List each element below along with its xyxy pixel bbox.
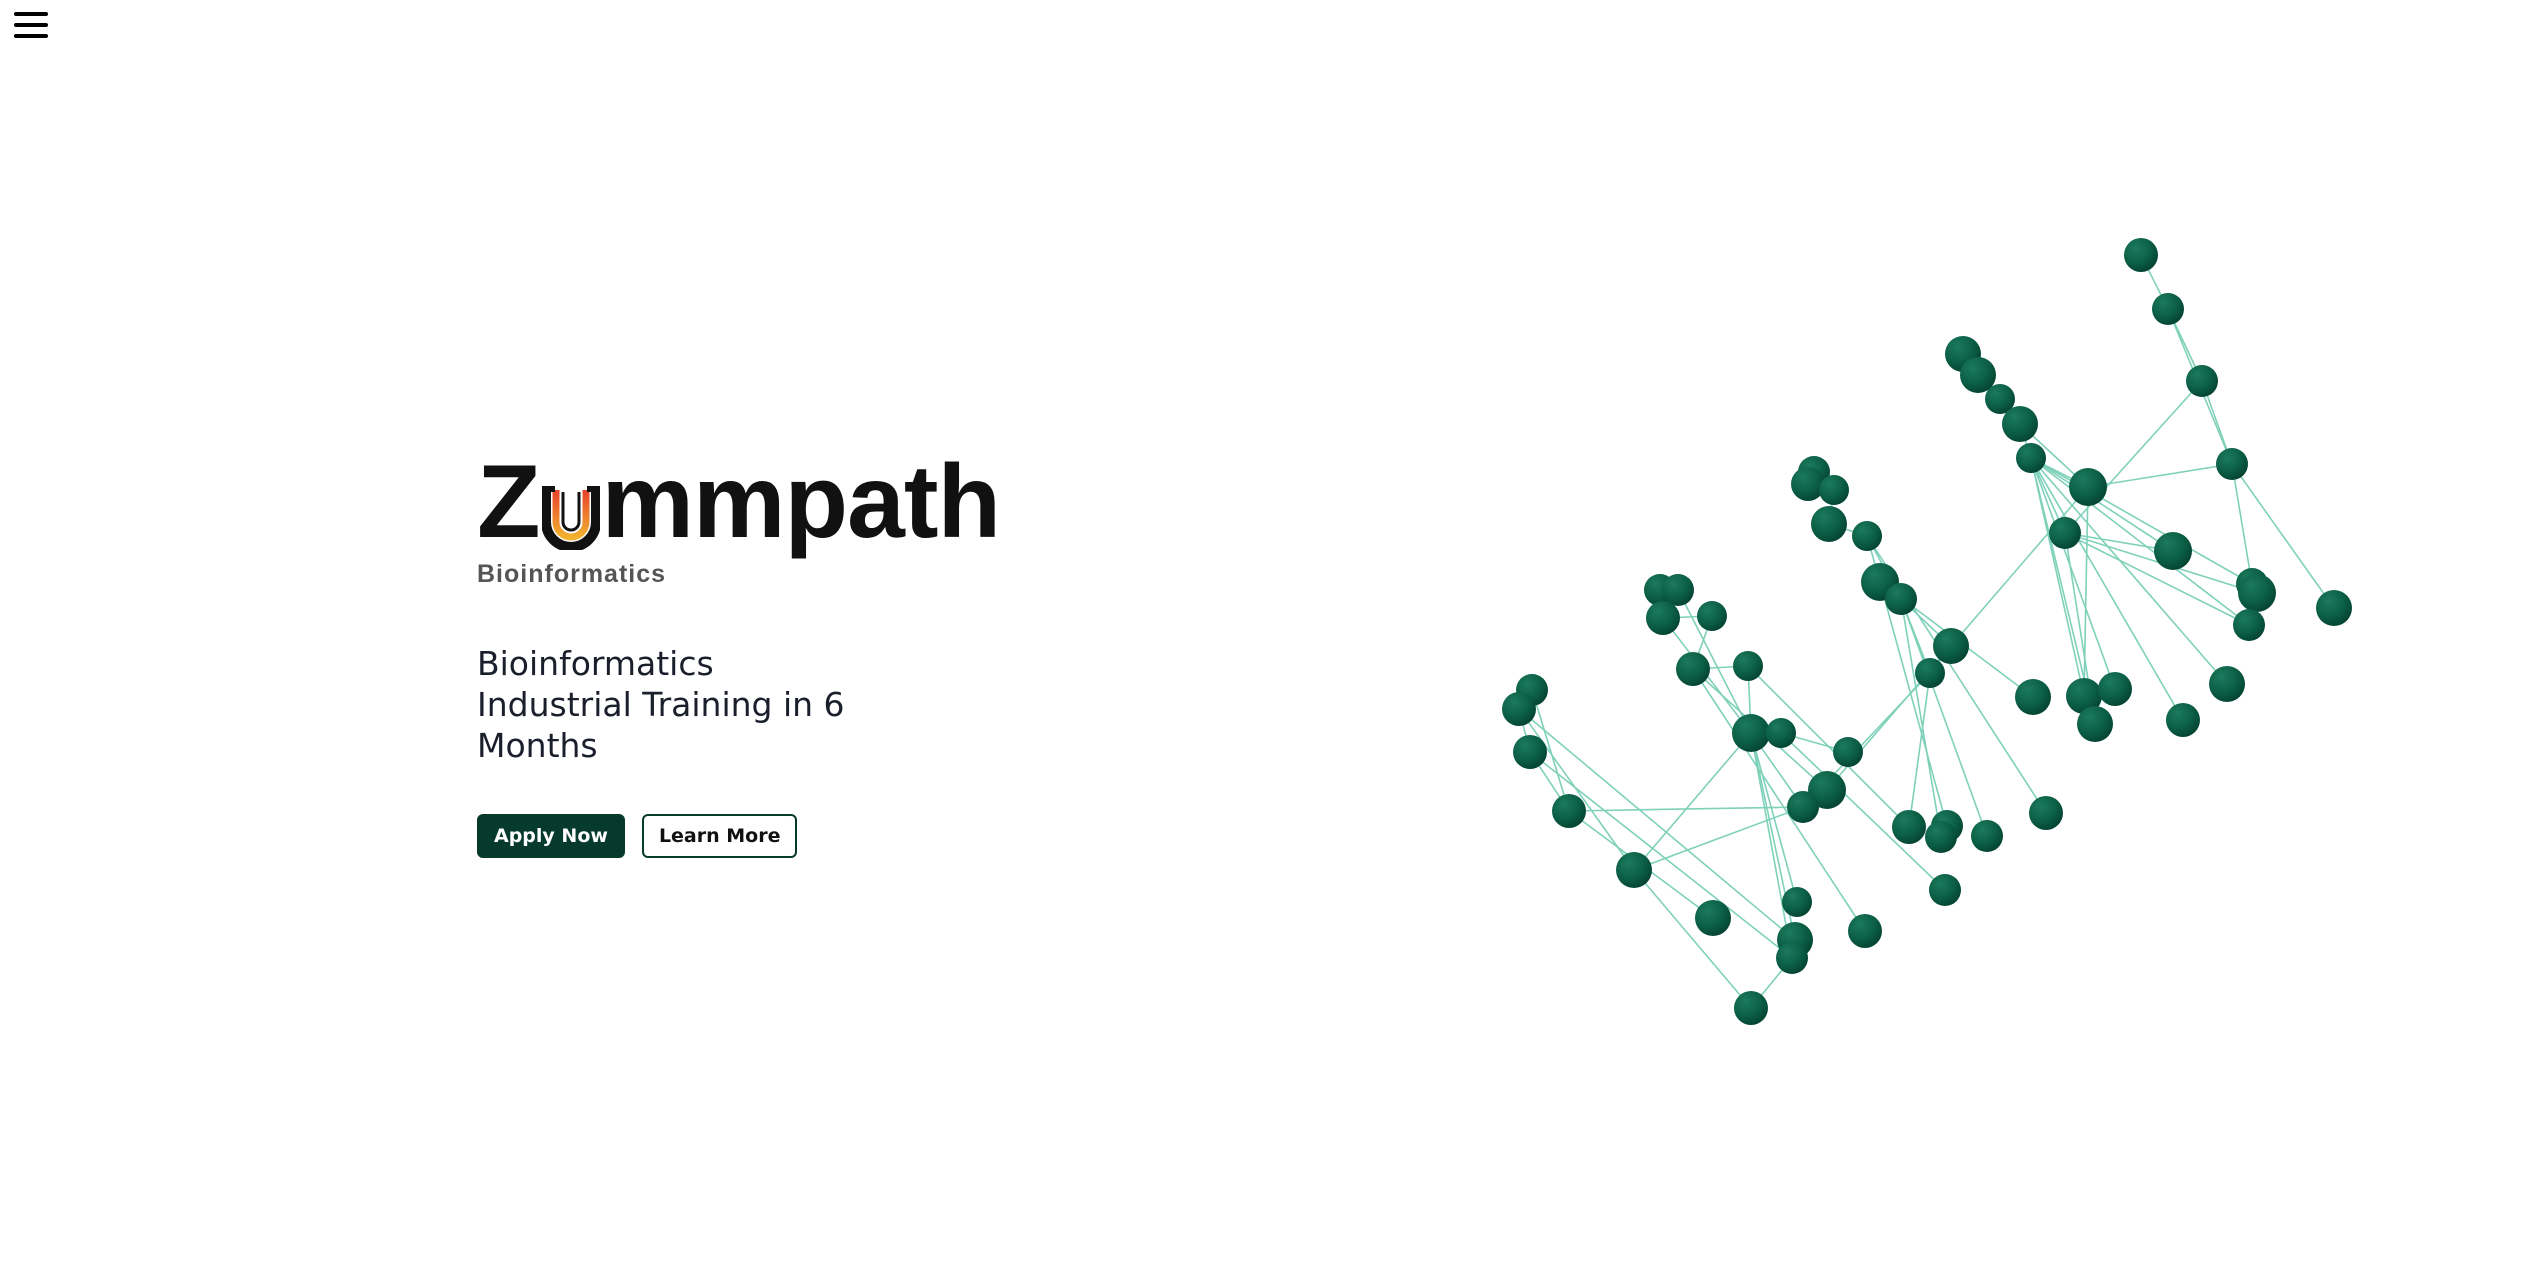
logo-suffix: mmpath [601, 444, 1001, 560]
network-node [2238, 574, 2276, 612]
network-node [1933, 628, 1969, 664]
network-edge [1633, 869, 1752, 1009]
network-node [2049, 517, 2081, 549]
hero-section: Z mmpath Bioinformatics Bioinformatics I… [477, 450, 1177, 858]
network-node [2154, 532, 2192, 570]
network-node [1791, 467, 1825, 501]
logo[interactable]: Z mmpath [477, 450, 1177, 560]
network-node [2077, 706, 2113, 742]
network-node [1552, 794, 1586, 828]
network-node [1848, 914, 1882, 948]
learn-more-button[interactable]: Learn More [641, 814, 798, 858]
logo-wordmark: Z mmpath [477, 450, 1177, 554]
network-node [2186, 365, 2218, 397]
apply-now-button[interactable]: Apply Now [477, 814, 625, 858]
magnet-u-icon [541, 486, 600, 550]
network-edge [1633, 732, 1752, 871]
network-node [1776, 942, 1808, 974]
network-node [1662, 574, 1694, 606]
network-node [2166, 703, 2200, 737]
logo-subtitle: Bioinformatics [477, 560, 667, 588]
network-node [1502, 692, 1536, 726]
network-node [1929, 874, 1961, 906]
network-node [2124, 238, 2158, 272]
network-node [1782, 887, 1812, 917]
network-node [1646, 601, 1680, 635]
hero-tagline: Bioinformatics Industrial Training in 6 … [477, 644, 845, 765]
network-node [2098, 672, 2132, 706]
network-node [1734, 991, 1768, 1025]
network-node [1697, 601, 1727, 631]
hamburger-menu-icon[interactable] [14, 12, 50, 42]
network-node [2029, 796, 2063, 830]
network-node [2316, 590, 2352, 626]
network-node [1616, 852, 1652, 888]
network-node [1915, 658, 1945, 688]
network-node [1733, 651, 1763, 681]
network-node [2016, 443, 2046, 473]
network-node [1885, 583, 1917, 615]
network-node [2015, 679, 2051, 715]
network-node [1732, 714, 1770, 752]
network-node [1819, 475, 1849, 505]
network-node [2233, 609, 2265, 641]
network-node [2002, 406, 2038, 442]
molecular-network-graphic [1502, 238, 2352, 1025]
network-node [1695, 900, 1731, 936]
network-node [1787, 791, 1819, 823]
network-node [2069, 468, 2107, 506]
network-edge [2231, 463, 2253, 585]
network-node [2152, 293, 2184, 325]
network-node [1833, 737, 1863, 767]
network-node [1513, 735, 1547, 769]
network-node [1676, 652, 1710, 686]
network-node [2216, 448, 2248, 480]
network-edge [1900, 598, 1942, 838]
logo-prefix: Z [477, 444, 541, 560]
network-edge [2064, 380, 2203, 534]
network-node [1852, 521, 1882, 551]
network-edge [1529, 751, 1793, 959]
network-node [1766, 718, 1796, 748]
network-node [2209, 666, 2245, 702]
network-edge [2030, 457, 2228, 685]
network-node [1892, 810, 1926, 844]
cta-buttons: Apply Now Learn More [477, 814, 1177, 858]
network-node [1811, 506, 1847, 542]
network-edge [2087, 463, 2233, 488]
network-node [1971, 820, 2003, 852]
network-node [1925, 821, 1957, 853]
